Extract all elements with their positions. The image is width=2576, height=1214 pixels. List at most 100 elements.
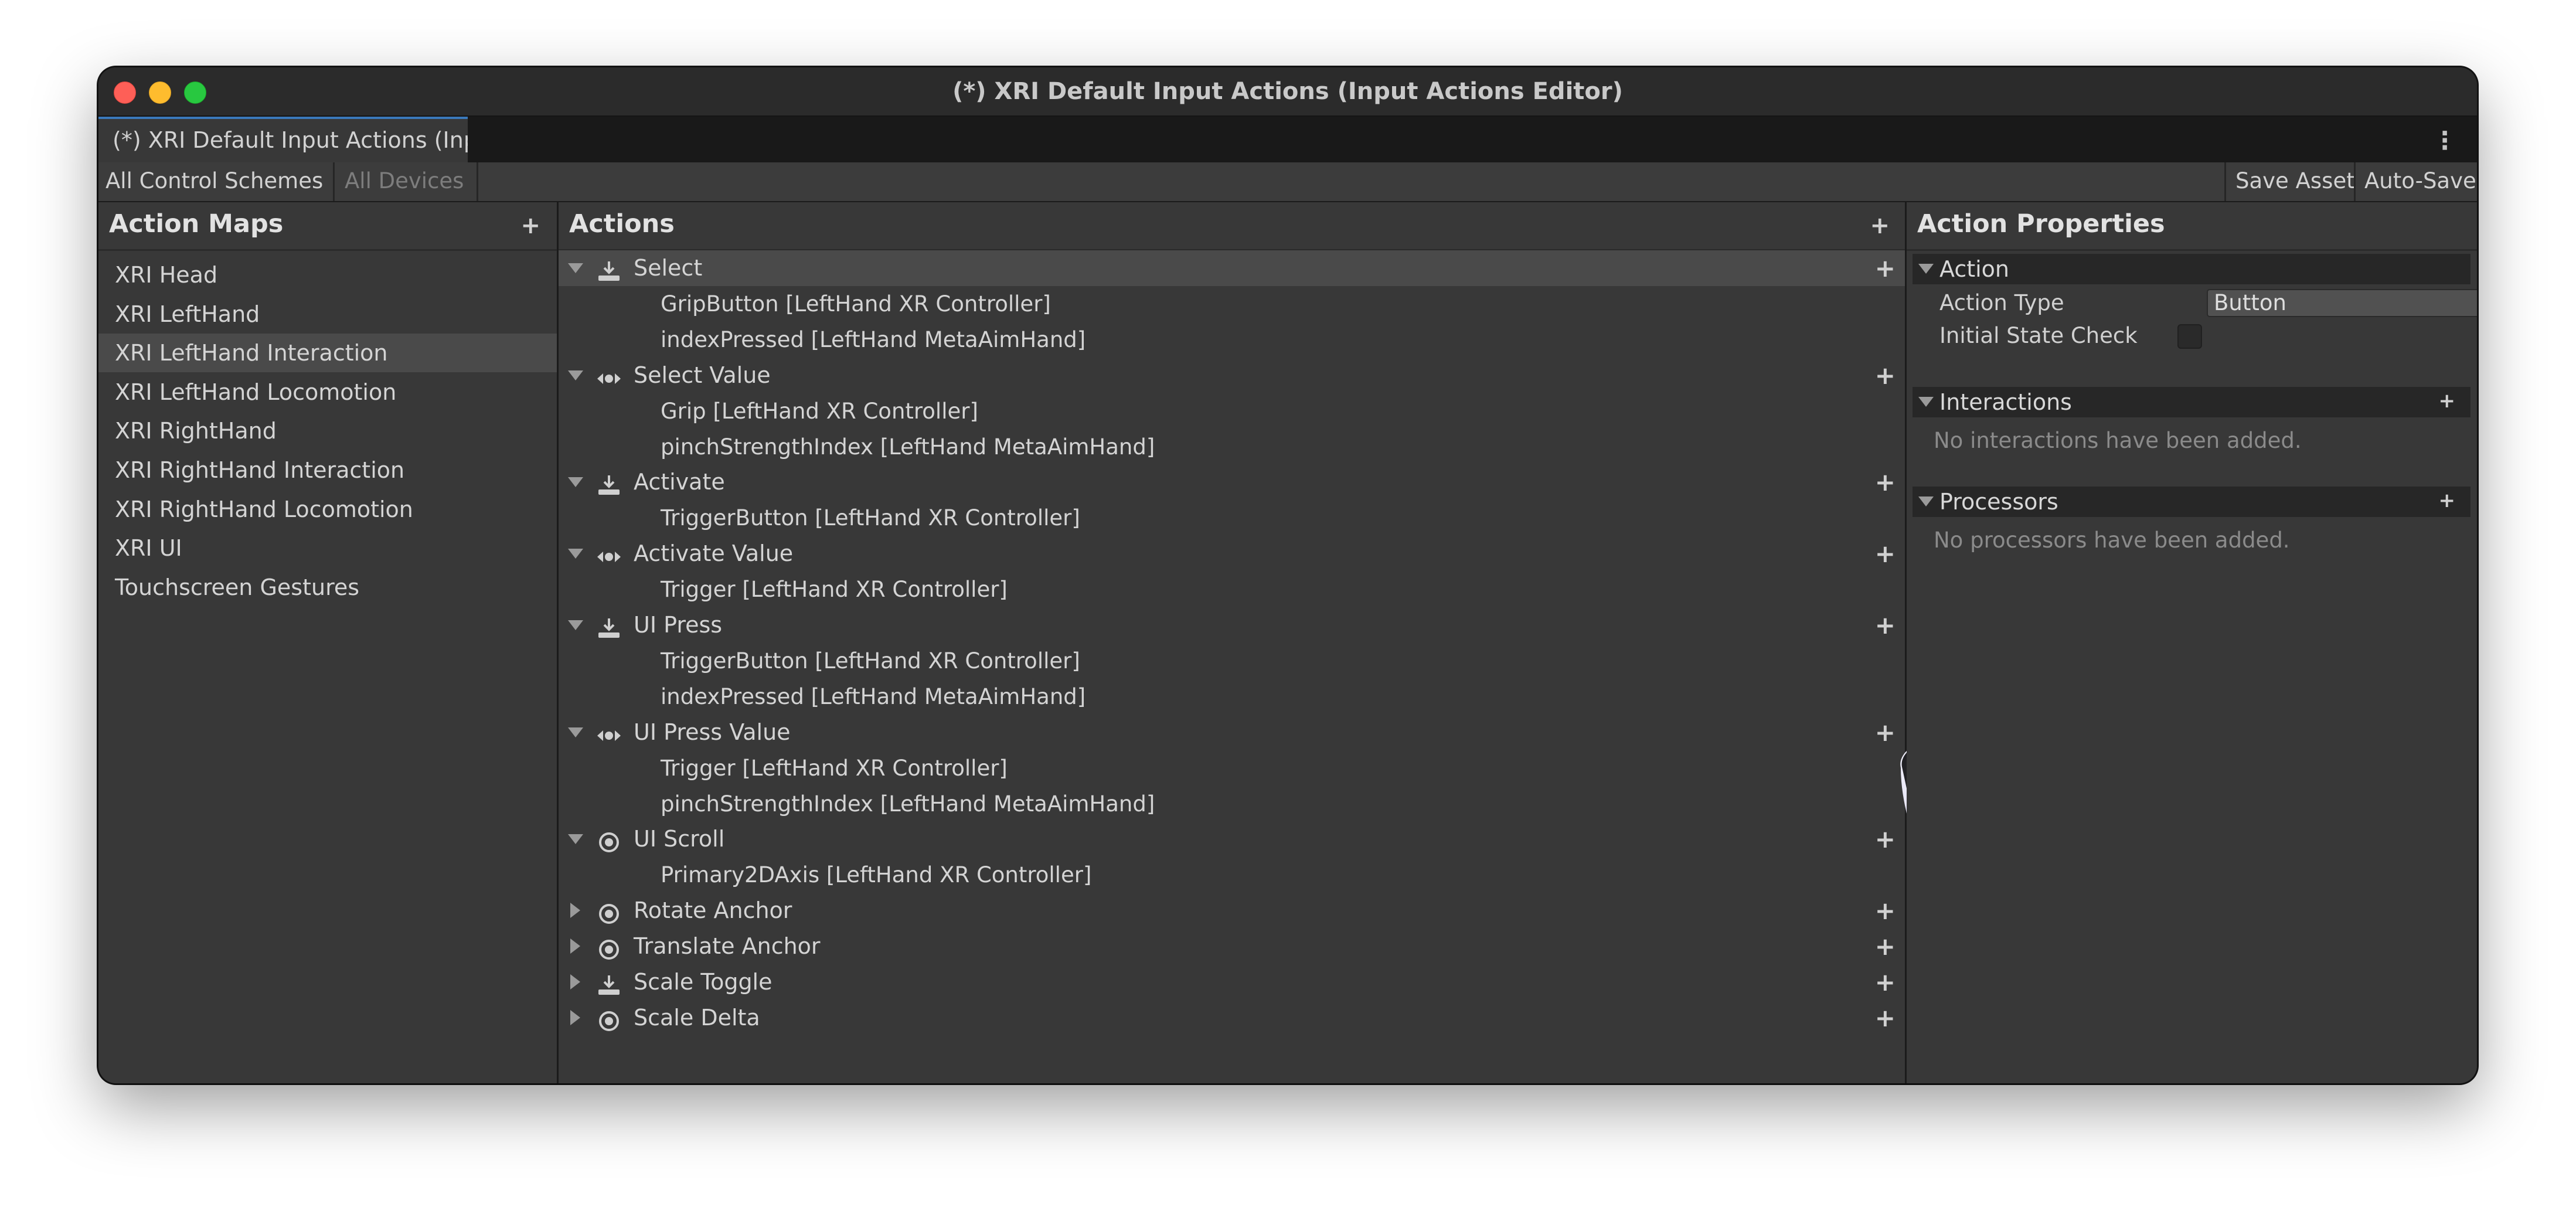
add-binding-button[interactable]: + [1875, 250, 1896, 286]
binding-row[interactable]: Primary2DAxis [LeftHand XR Controller] [559, 857, 1905, 893]
action-label: Translate Anchor [634, 933, 821, 960]
value-action-icon [596, 365, 622, 387]
tab-input-actions[interactable]: (*) XRI Default Input Actions (Inpu [98, 117, 468, 162]
action-label: Activate Value [634, 540, 794, 567]
action-map-item[interactable]: XRI LeftHand Interaction [98, 334, 557, 373]
action-map-item[interactable]: XRI Head [98, 256, 557, 294]
action-label: Activate [634, 469, 725, 495]
add-binding-button[interactable]: + [1875, 607, 1896, 643]
actions-header: Actions + [559, 202, 1905, 251]
interactions-section-label: Interactions [1939, 389, 2072, 415]
action-maps-title: Action Maps [109, 209, 284, 239]
action-map-item[interactable]: XRI RightHand [98, 412, 557, 450]
action-row[interactable]: Scale Toggle + [559, 964, 1905, 1000]
expand-arrow-down-icon[interactable] [568, 834, 583, 845]
action-properties-title: Action Properties [1917, 209, 2165, 239]
action-properties-header: Action Properties [1907, 202, 2477, 251]
expand-arrow-down-icon[interactable] [568, 549, 583, 559]
foldout-arrow-icon [1918, 497, 1934, 506]
editor-toolbar: All Control Schemes All Devices Save Ass… [98, 162, 2477, 223]
action-section-label: Action [1939, 256, 2010, 282]
action-section-header[interactable]: Action [1913, 254, 2470, 284]
action-row[interactable]: UI Scroll + [559, 821, 1905, 857]
action-map-item[interactable]: XRI LeftHand [98, 295, 557, 334]
add-action-map-button[interactable]: + [520, 214, 540, 237]
action-row[interactable]: Scale Delta + [559, 1000, 1905, 1036]
expand-arrow-down-icon[interactable] [568, 477, 583, 488]
add-interaction-button[interactable]: + [2439, 386, 2456, 416]
action-map-item[interactable]: XRI LeftHand Locomotion [98, 373, 557, 412]
action-label: Scale Toggle [634, 969, 773, 995]
actions-panel: Actions + Select + GripButton [LeftHand XR… [559, 202, 2303, 1083]
action-row[interactable]: Activate + [559, 464, 1905, 500]
binding-row[interactable]: TriggerButton [LeftHand XR Controller] [559, 643, 1905, 679]
button-action-icon [596, 614, 622, 638]
action-label: Scale Delta [634, 1004, 760, 1031]
binding-label: Grip [LeftHand XR Controller] [661, 398, 978, 424]
interactions-empty-message: No interactions have been added. [1934, 428, 2302, 453]
action-row[interactable]: Select + [559, 250, 1905, 286]
expand-arrow-down-icon[interactable] [568, 263, 583, 273]
interactions-section-header[interactable]: Interactions + [1913, 387, 2470, 417]
save-asset-button[interactable]: Save Asset [2227, 162, 2364, 201]
action-map-item[interactable]: XRI UI [98, 529, 557, 567]
action-label: Select [634, 255, 703, 281]
action-row[interactable]: UI Press + [559, 607, 1905, 643]
binding-row[interactable]: Trigger [LeftHand XR Controller] [559, 750, 1905, 786]
binding-label: pinchStrengthIndex [LeftHand MetaAimHand… [661, 434, 1155, 460]
binding-row[interactable]: pinchStrengthIndex [LeftHand MetaAimHand… [559, 429, 1905, 465]
add-binding-button[interactable]: + [1875, 464, 1896, 500]
expand-arrow-right-icon[interactable] [570, 1009, 580, 1025]
devices-dropdown[interactable]: All Devices [338, 162, 479, 223]
binding-row[interactable]: TriggerButton [LeftHand XR Controller] [559, 500, 1905, 536]
processors-empty-message: No processors have been added. [1934, 528, 2290, 553]
button-action-icon [596, 971, 622, 995]
binding-row[interactable]: GripButton [LeftHand XR Controller] [559, 286, 1905, 322]
action-row[interactable]: UI Press Value + [559, 715, 1905, 750]
add-binding-button[interactable]: + [1875, 358, 1896, 393]
add-processor-button[interactable]: + [2439, 485, 2456, 516]
action-label: Select Value [634, 362, 771, 388]
action-row[interactable]: Activate Value + [559, 536, 1905, 572]
auto-save-toggle[interactable]: Auto-Save [2356, 162, 2477, 201]
binding-label: Primary2DAxis [LeftHand XR Controller] [661, 862, 1092, 888]
add-binding-button[interactable]: + [1875, 536, 1896, 572]
button-action-icon [596, 471, 622, 495]
add-action-button[interactable]: + [1870, 214, 1890, 237]
action-row[interactable]: Select Value + [559, 358, 1905, 393]
button-action-icon [596, 257, 622, 281]
input-actions-editor-window: (*) XRI Default Input Actions (Input Act… [98, 67, 2477, 1083]
binding-label: GripButton [LeftHand XR Controller] [661, 291, 1051, 317]
more-options-icon[interactable]: ⋮ [2432, 126, 2457, 155]
initial-state-check-checkbox[interactable] [2177, 324, 2202, 349]
action-map-item[interactable]: Touchscreen Gestures [98, 568, 557, 607]
expand-arrow-down-icon[interactable] [568, 620, 583, 630]
binding-row[interactable]: pinchStrengthIndex [LeftHand MetaAimHand… [559, 786, 1905, 822]
action-map-item[interactable]: XRI RightHand Interaction [98, 451, 557, 489]
action-maps-panel: Action Maps + XRI Head XRI LeftHand XRI Le… [98, 202, 559, 1083]
processors-section-header[interactable]: Processors + [1913, 487, 2470, 517]
expand-arrow-right-icon[interactable] [570, 974, 580, 989]
action-type-value: Button [2214, 290, 2286, 315]
binding-row[interactable]: Grip [LeftHand XR Controller] [559, 393, 1905, 429]
title-bar: (*) XRI Default Input Actions (Input Act… [98, 67, 2477, 117]
value-action-icon [596, 722, 622, 744]
action-label: UI Scroll [634, 826, 725, 852]
binding-label: Trigger [LeftHand XR Controller] [661, 577, 1008, 603]
binding-label: TriggerButton [LeftHand XR Controller] [661, 505, 1080, 531]
action-properties-panel: Action Properties Action Action Type But… [1907, 202, 2477, 1083]
action-row[interactable]: Rotate Anchor + [559, 893, 1905, 929]
binding-row[interactable]: Trigger [LeftHand XR Controller] [559, 572, 1905, 607]
expand-arrow-down-icon[interactable] [568, 370, 583, 380]
expand-arrow-right-icon[interactable] [570, 903, 580, 919]
window-title: (*) XRI Default Input Actions (Input Act… [952, 78, 1623, 105]
foldout-arrow-icon [1918, 264, 1934, 274]
binding-row[interactable]: indexPressed [LeftHand MetaAimHand] [559, 322, 1905, 358]
action-row[interactable]: Translate Anchor + [559, 929, 1905, 964]
action-map-item[interactable]: XRI RightHand Locomotion [98, 490, 557, 529]
binding-row[interactable]: indexPressed [LeftHand MetaAimHand] [559, 679, 1905, 715]
control-scheme-dropdown[interactable]: All Control Schemes [98, 162, 337, 223]
expand-arrow-right-icon[interactable] [570, 938, 580, 954]
expand-arrow-down-icon[interactable] [568, 727, 583, 737]
action-type-dropdown[interactable]: Button [2207, 289, 2477, 317]
